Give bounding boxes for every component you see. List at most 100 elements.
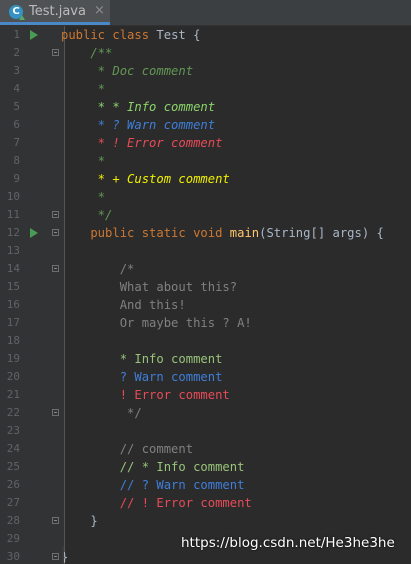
code-line[interactable]: 17 Or maybe this ? A! <box>0 314 411 332</box>
code-line[interactable]: 16 And this! <box>0 296 411 314</box>
code-line[interactable]: 2 /** <box>0 44 411 62</box>
code-editor[interactable]: 1 public class Test {2 /** 3 * Doc comment… <box>0 26 411 564</box>
code-line[interactable]: 19 * Info comment <box>0 350 411 368</box>
code-line[interactable]: 1 public class Test { <box>0 26 411 44</box>
line-number[interactable]: 17 <box>0 314 20 332</box>
line-number[interactable]: 20 <box>0 368 20 386</box>
code-line[interactable]: 28 } <box>0 512 411 530</box>
code-token: Or maybe this ? A! <box>61 316 252 330</box>
line-number[interactable]: 23 <box>0 422 20 440</box>
code-token: public class <box>61 28 157 42</box>
line-number[interactable]: 16 <box>0 296 20 314</box>
code-text: * <box>61 152 105 170</box>
fold-icon[interactable] <box>52 409 59 416</box>
code-line[interactable]: 7 * ! Error comment <box>0 134 411 152</box>
line-number[interactable]: 2 <box>0 44 20 62</box>
line-number[interactable]: 12 <box>0 224 20 242</box>
code-text: * <box>61 188 105 206</box>
line-number[interactable]: 1 <box>0 26 20 44</box>
line-number[interactable]: 4 <box>0 80 20 98</box>
line-number[interactable]: 9 <box>0 170 20 188</box>
code-token: public static void <box>61 226 230 240</box>
line-number[interactable]: 18 <box>0 332 20 350</box>
line-number[interactable]: 24 <box>0 440 20 458</box>
close-icon[interactable]: × <box>94 3 105 18</box>
line-number[interactable]: 27 <box>0 494 20 512</box>
code-text: public class Test { <box>61 26 200 44</box>
line-number[interactable]: 6 <box>0 116 20 134</box>
fold-icon[interactable] <box>52 553 59 560</box>
line-number[interactable]: 15 <box>0 278 20 296</box>
code-token: * <box>61 154 106 168</box>
fold-icon[interactable] <box>52 265 59 272</box>
code-token: // ! Error comment <box>61 496 252 510</box>
code-line[interactable]: 22 */ <box>0 404 411 422</box>
run-icon[interactable] <box>30 228 38 238</box>
code-line[interactable]: 18 <box>0 332 411 350</box>
code-token: */ <box>61 406 142 420</box>
code-line[interactable]: 11 */ <box>0 206 411 224</box>
bracket-guide <box>62 546 64 564</box>
code-text: /* <box>61 260 135 278</box>
code-line[interactable]: 21 ! Error comment <box>0 386 411 404</box>
line-number[interactable]: 19 <box>0 350 20 368</box>
code-token: ! Error comment <box>61 388 230 402</box>
code-token: (String[] args) { <box>259 226 384 240</box>
code-text: * <box>61 80 105 98</box>
watermark-text: https://blog.csdn.net/He3he3he <box>181 535 395 551</box>
code-line[interactable]: 20 ? Warn comment <box>0 368 411 386</box>
code-text: Or maybe this ? A! <box>61 314 252 332</box>
line-number[interactable]: 22 <box>0 404 20 422</box>
code-line[interactable]: 4 * <box>0 80 411 98</box>
line-number[interactable]: 28 <box>0 512 20 530</box>
line-number[interactable]: 26 <box>0 476 20 494</box>
line-number[interactable]: 29 <box>0 530 20 548</box>
line-number[interactable]: 8 <box>0 152 20 170</box>
code-text: } <box>61 512 97 530</box>
code-text: * ? Warn comment <box>61 116 215 134</box>
code-line[interactable]: 6 * ? Warn comment <box>0 116 411 134</box>
line-number[interactable]: 25 <box>0 458 20 476</box>
line-number[interactable]: 3 <box>0 62 20 80</box>
code-token: // ? Warn comment <box>61 478 245 492</box>
line-number[interactable]: 14 <box>0 260 20 278</box>
code-line[interactable]: 23 <box>0 422 411 440</box>
code-line[interactable]: 3 * Doc comment <box>0 62 411 80</box>
code-text: */ <box>61 206 113 224</box>
line-number[interactable]: 13 <box>0 242 20 260</box>
fold-icon[interactable] <box>52 517 59 524</box>
code-token: /* <box>61 262 135 276</box>
line-number[interactable]: 5 <box>0 98 20 116</box>
code-line[interactable]: 15 What about this? <box>0 278 411 296</box>
line-number[interactable]: 30 <box>0 548 20 564</box>
fold-icon[interactable] <box>52 49 59 56</box>
tab-test-java[interactable]: C Test.java × <box>0 0 110 25</box>
code-token: * Info comment <box>61 352 223 366</box>
code-text: // * Info comment <box>61 458 245 476</box>
line-number[interactable]: 10 <box>0 188 20 206</box>
code-text: What about this? <box>61 278 237 296</box>
code-line[interactable]: 24 // comment <box>0 440 411 458</box>
code-line[interactable]: 25 // * Info comment <box>0 458 411 476</box>
code-line[interactable]: 12 public static void main(String[] args… <box>0 224 411 242</box>
line-number[interactable]: 11 <box>0 206 20 224</box>
code-token: * * Info comment <box>61 100 216 114</box>
code-token: * Doc comment <box>61 64 194 78</box>
code-text: // comment <box>61 440 193 458</box>
code-line[interactable]: 26 // ? Warn comment <box>0 476 411 494</box>
code-line[interactable]: 8 * <box>0 152 411 170</box>
run-icon[interactable] <box>30 30 38 40</box>
code-line[interactable]: 5 * * Info comment <box>0 98 411 116</box>
code-line[interactable]: 10 * <box>0 188 411 206</box>
fold-icon[interactable] <box>52 211 59 218</box>
code-line[interactable]: 13 <box>0 242 411 260</box>
code-token: // * Info comment <box>61 460 245 474</box>
code-text: * ! Error comment <box>61 134 223 152</box>
fold-icon[interactable] <box>52 229 59 236</box>
code-line[interactable]: 9 * + Custom comment <box>0 170 411 188</box>
code-line[interactable]: 27 // ! Error comment <box>0 494 411 512</box>
code-line[interactable]: 14 /* <box>0 260 411 278</box>
line-number[interactable]: 7 <box>0 134 20 152</box>
line-number[interactable]: 21 <box>0 386 20 404</box>
code-token: * ! Error comment <box>61 136 223 150</box>
